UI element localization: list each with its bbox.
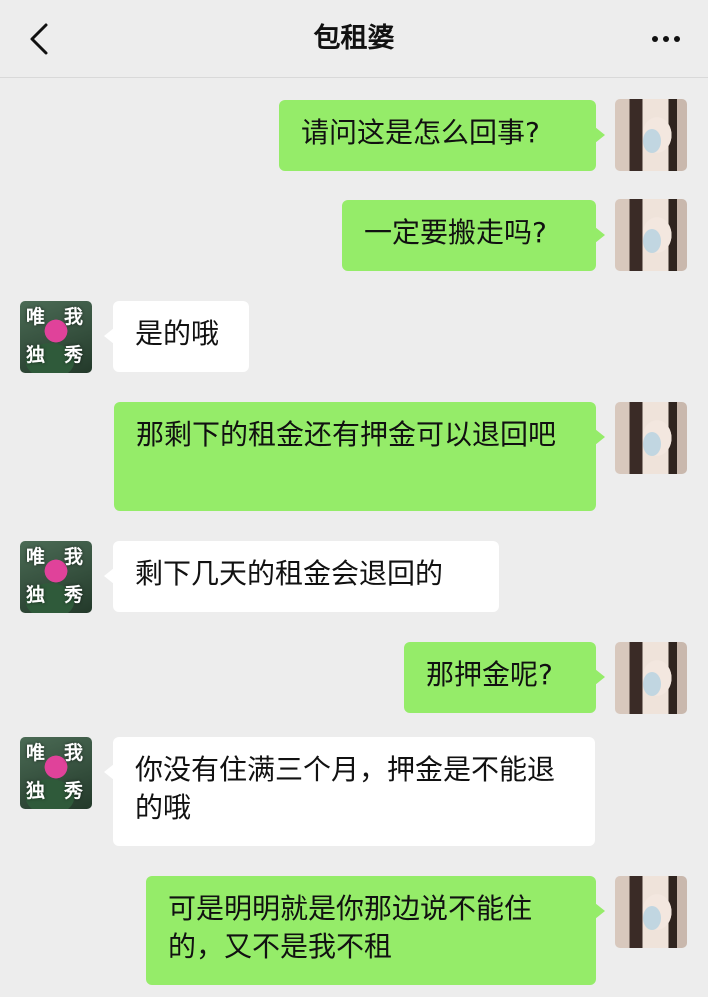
- avatar-self[interactable]: [615, 99, 687, 171]
- avatar-char: 独: [26, 584, 46, 606]
- avatar-char: 唯: [26, 546, 46, 568]
- avatar-char: 我: [64, 546, 84, 568]
- avatar-self[interactable]: [615, 199, 687, 271]
- message-bubble-received[interactable]: 你没有住满三个月，押金是不能退的哦: [104, 737, 595, 846]
- chat-title: 包租婆: [313, 23, 395, 54]
- avatar-char: 秀: [64, 344, 84, 366]
- avatar-char: 我: [64, 742, 84, 764]
- avatar-self[interactable]: [615, 642, 687, 714]
- message-bubble-sent[interactable]: 那押金呢?: [404, 642, 605, 713]
- avatar-self[interactable]: [615, 402, 687, 474]
- avatar-char: 秀: [64, 584, 84, 606]
- message-text: 那押金呢?: [426, 658, 553, 691]
- message-bubble-sent[interactable]: 可是明明就是你那边说不能住的，又不是我不租: [146, 876, 605, 985]
- avatar-char: 唯: [26, 306, 46, 328]
- message-text: 那剩下的租金还有押金可以退回吧: [136, 418, 557, 451]
- message-bubble-received[interactable]: 是的哦: [104, 301, 249, 372]
- dot-icon: [663, 36, 669, 42]
- message-text: 一定要搬走吗?: [364, 216, 547, 249]
- dot-icon: [652, 36, 658, 42]
- avatar-self[interactable]: [615, 876, 687, 948]
- avatar-char: 秀: [64, 780, 84, 802]
- chat-header: 包租婆: [0, 0, 708, 78]
- message-bubble-received[interactable]: 剩下几天的租金会退回的: [104, 541, 499, 612]
- message-text: 剩下几天的租金会退回的: [135, 557, 444, 590]
- avatar-char: 唯: [26, 742, 46, 764]
- message-text: 可是明明就是你那边说不能住的，又不是我不租: [168, 892, 533, 963]
- message-text: 你没有住满三个月，押金是不能退的哦: [135, 753, 556, 824]
- avatar-landlady[interactable]: 唯 我 独 秀: [20, 301, 92, 373]
- message-bubble-sent[interactable]: 一定要搬走吗?: [342, 200, 605, 271]
- more-options-button[interactable]: [646, 28, 686, 50]
- avatar-landlady[interactable]: 唯 我 独 秀: [20, 737, 92, 809]
- message-text: 请问这是怎么回事?: [301, 116, 540, 149]
- avatar-landlady[interactable]: 唯 我 独 秀: [20, 541, 92, 613]
- message-text: 是的哦: [135, 317, 220, 350]
- avatar-char: 独: [26, 344, 46, 366]
- avatar-char: 独: [26, 780, 46, 802]
- message-bubble-sent[interactable]: 请问这是怎么回事?: [279, 100, 605, 171]
- message-bubble-sent[interactable]: 那剩下的租金还有押金可以退回吧: [114, 402, 605, 511]
- dot-icon: [674, 36, 680, 42]
- avatar-char: 我: [64, 306, 84, 328]
